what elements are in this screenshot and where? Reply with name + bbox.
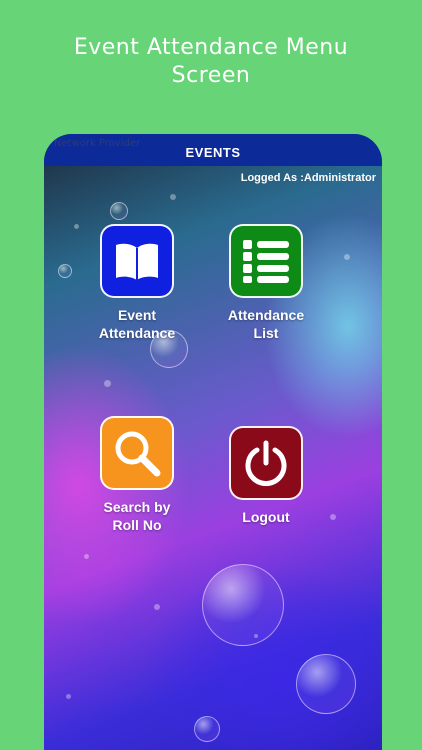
droplet [104,380,111,387]
bubble [110,202,128,220]
app-bar-title: EVENTS [185,144,241,160]
bubble [202,564,284,646]
list-icon [229,224,303,298]
droplet [170,194,176,200]
attendance-list-button[interactable]: Attendance List [201,224,331,342]
droplet [344,254,350,260]
carrier-label: Network Provider [54,138,141,149]
event-attendance-label: Event Attendance [98,307,176,341]
phone-screen: Network Provider EVENTS Logged As :Admin… [44,134,382,750]
search-icon [100,416,174,490]
book-icon [100,224,174,298]
power-icon [229,426,303,500]
bubble [194,716,220,742]
search-by-roll-label: Search by Roll No [103,499,171,533]
droplet [66,694,71,699]
droplet [154,604,160,610]
bubble [296,654,356,714]
search-by-roll-button[interactable]: Search by Roll No [72,416,202,534]
app-bar: Network Provider EVENTS [44,134,382,166]
logout-label: Logout [242,509,290,525]
droplet [84,554,89,559]
logged-as-label: Logged As :Administrator [240,172,376,184]
event-attendance-button[interactable]: Event Attendance [72,224,202,342]
logout-button[interactable]: Logout [201,426,331,526]
droplet [254,634,258,638]
attendance-list-label: Attendance List [227,307,305,341]
promo-title: Event Attendance Menu Screen [73,35,349,88]
bubble [58,264,72,278]
